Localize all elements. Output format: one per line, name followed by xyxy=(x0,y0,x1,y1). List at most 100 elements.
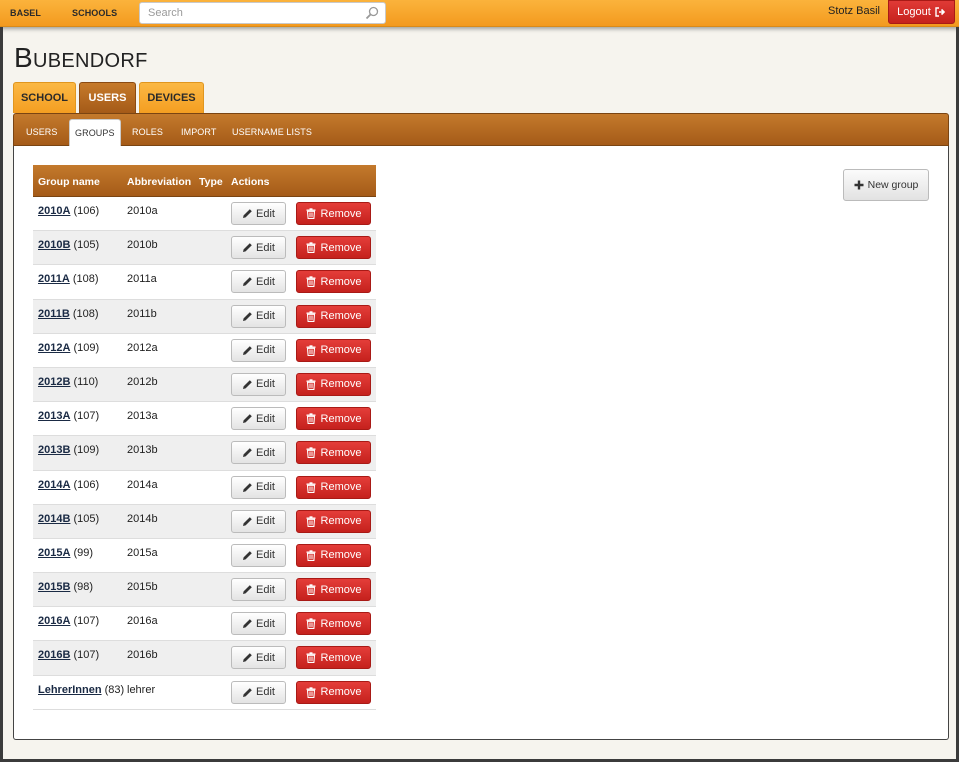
edit-button[interactable]: Edit xyxy=(231,578,286,602)
group-abbreviation: 2010b xyxy=(127,239,158,252)
group-name-cell: 2010B (105) xyxy=(38,239,99,251)
tab-devices[interactable]: DEVICES xyxy=(139,82,204,113)
group-link[interactable]: 2011A xyxy=(38,273,70,285)
group-name-cell: 2011B (108) xyxy=(38,308,99,320)
new-group-button[interactable]: New group xyxy=(843,169,929,201)
header-group-name: Group name xyxy=(38,176,100,188)
nav-basel[interactable]: BASEL xyxy=(10,8,41,18)
group-member-count: (106) xyxy=(73,205,100,217)
group-abbreviation: 2016a xyxy=(127,615,158,628)
pencil-icon xyxy=(242,687,253,698)
subtab-groups[interactable]: GROUPS xyxy=(69,119,121,147)
edit-label: Edit xyxy=(256,241,275,254)
subtab-username-lists[interactable]: USERNAME LISTS xyxy=(232,127,312,137)
trash-icon xyxy=(306,652,316,664)
trash-icon xyxy=(306,447,316,459)
group-link[interactable]: 2011B xyxy=(38,308,70,320)
group-link[interactable]: LehrerInnen xyxy=(38,684,102,696)
edit-label: Edit xyxy=(256,515,275,528)
group-link[interactable]: 2014B xyxy=(38,513,70,525)
group-member-count: (110) xyxy=(73,375,99,388)
remove-button[interactable]: Remove xyxy=(296,236,371,260)
group-name-cell: 2016B (107) xyxy=(38,649,99,661)
logout-button[interactable]: Logout xyxy=(888,0,955,24)
remove-button[interactable]: Remove xyxy=(296,372,371,396)
edit-button[interactable]: Edit xyxy=(231,236,286,260)
remove-button[interactable]: Remove xyxy=(296,509,371,533)
trash-icon xyxy=(306,481,316,493)
tab-school[interactable]: SCHOOL xyxy=(13,82,76,113)
group-member-count: (108) xyxy=(72,273,99,286)
group-link[interactable]: 2012A xyxy=(38,342,70,354)
remove-button[interactable]: Remove xyxy=(296,646,371,670)
edit-button[interactable]: Edit xyxy=(231,612,286,636)
group-link[interactable]: 2015A xyxy=(38,547,70,559)
trash-icon xyxy=(306,550,316,561)
group-link[interactable]: 2012B xyxy=(38,376,70,388)
current-user-name[interactable]: Stotz Basil xyxy=(828,5,880,17)
group-link[interactable]: 2013B xyxy=(38,444,70,456)
remove-button[interactable]: Remove xyxy=(296,578,371,602)
group-link[interactable]: 2014A xyxy=(38,479,70,491)
subtab-import[interactable]: IMPORT xyxy=(181,127,216,137)
edit-label: Edit xyxy=(256,617,275,630)
pencil-icon xyxy=(242,516,253,527)
subtab-users[interactable]: USERS xyxy=(26,127,58,137)
sign-out-icon xyxy=(935,7,946,17)
edit-button[interactable]: Edit xyxy=(231,372,286,396)
group-member-count: (99) xyxy=(73,546,94,559)
remove-button[interactable]: Remove xyxy=(296,270,371,294)
edit-button[interactable]: Edit xyxy=(231,441,286,465)
tab-users[interactable]: USERS xyxy=(79,82,136,113)
group-name-cell: 2012A (109) xyxy=(38,342,99,354)
subtab-roles[interactable]: ROLES xyxy=(132,127,163,137)
table-row: 2012A (109) 2012a Edit Remove xyxy=(33,333,376,368)
edit-label: Edit xyxy=(256,481,275,493)
edit-button[interactable]: Edit xyxy=(231,338,286,362)
table-row: 2011A (108) 2011a Edit Remove xyxy=(33,265,376,300)
group-name-cell: 2015B (98) xyxy=(38,581,93,593)
group-link[interactable]: 2016A xyxy=(38,615,70,627)
remove-button[interactable]: Remove xyxy=(296,202,371,225)
group-link[interactable]: 2010A xyxy=(38,205,70,217)
group-link[interactable]: 2015B xyxy=(38,581,70,593)
remove-button[interactable]: Remove xyxy=(296,407,371,431)
edit-button[interactable]: Edit xyxy=(231,680,286,704)
table-row: 2013A (107) 2013a Edit Remove xyxy=(33,402,376,437)
group-member-count: (109) xyxy=(73,341,100,354)
edit-button[interactable]: Edit xyxy=(231,304,286,328)
edit-button[interactable]: Edit xyxy=(231,475,286,499)
remove-label: Remove xyxy=(320,207,362,220)
group-member-count: (98) xyxy=(73,581,94,594)
group-name-cell: 2015A (99) xyxy=(38,547,93,559)
search-icon[interactable] xyxy=(365,6,379,20)
group-member-count: (109) xyxy=(73,444,100,457)
search-input[interactable] xyxy=(140,3,360,23)
group-link[interactable]: 2013A xyxy=(38,410,70,422)
pencil-icon xyxy=(242,345,253,356)
remove-button[interactable]: Remove xyxy=(296,304,371,328)
nav-schools[interactable]: SCHOOLS xyxy=(72,8,117,18)
remove-button[interactable]: Remove xyxy=(296,612,371,636)
remove-label: Remove xyxy=(320,275,362,288)
group-link[interactable]: 2010B xyxy=(38,239,70,251)
edit-button[interactable]: Edit xyxy=(231,270,286,294)
edit-button[interactable]: Edit xyxy=(231,509,286,533)
remove-label: Remove xyxy=(320,344,362,357)
pencil-icon xyxy=(242,413,253,424)
remove-button[interactable]: Remove xyxy=(296,475,371,499)
edit-button[interactable]: Edit xyxy=(231,407,286,431)
group-name-cell: 2011A (108) xyxy=(38,273,99,285)
edit-button[interactable]: Edit xyxy=(231,646,286,670)
remove-button[interactable]: Remove xyxy=(296,441,371,465)
edit-button[interactable]: Edit xyxy=(231,543,286,567)
table-row: 2015B (98) 2015b Edit Remove xyxy=(33,573,376,608)
plus-icon xyxy=(854,180,864,190)
edit-button[interactable]: Edit xyxy=(231,202,286,225)
group-link[interactable]: 2016B xyxy=(38,649,70,661)
remove-button[interactable]: Remove xyxy=(296,680,371,704)
pencil-icon xyxy=(242,618,253,629)
remove-button[interactable]: Remove xyxy=(296,338,371,362)
remove-button[interactable]: Remove xyxy=(296,543,371,567)
group-member-count: (107) xyxy=(73,649,100,662)
